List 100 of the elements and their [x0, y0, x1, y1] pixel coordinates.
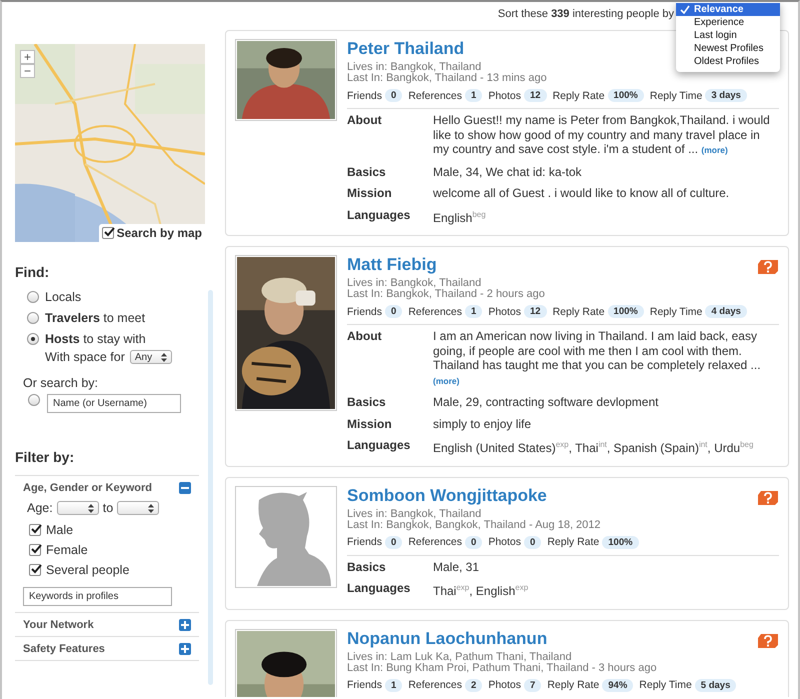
plus-icon [181, 645, 189, 653]
checkbox-label[interactable]: Male [46, 523, 74, 537]
count-badge: 0 [385, 536, 402, 548]
last-in-label: Last In: [347, 662, 384, 674]
detail-text: Male, 31 [433, 560, 480, 574]
lives-in-value: Lam Luk Ka, Pathum Thani, Thailand [390, 652, 572, 662]
detail-label: Basics [347, 395, 387, 410]
plus-icon [181, 621, 189, 629]
count-badge: 0 [385, 89, 402, 102]
age-select[interactable] [56, 501, 99, 515]
updown-arrows-icon [148, 504, 154, 512]
count-badge: 2 [465, 678, 482, 692]
radio-button[interactable] [27, 312, 39, 324]
checkbox[interactable] [29, 564, 41, 576]
count-badge: 100% [608, 305, 644, 318]
detail-text: Hello Guest!! my name is Peter from Bangkok,Thailand. i would like to show how good of my country and many travel place in my country and save cost style. i'm a student of ... (more) [433, 113, 771, 158]
profile-name-link[interactable]: Peter Thailand [347, 39, 464, 59]
count-badge: 12 [524, 305, 547, 318]
detail-text: English (United States)$^{exp}$, Thai$^{int}$, Spanish (Spain)$^{int}$, Urdu$^{beg}$ [433, 439, 754, 456]
more-link[interactable]: (more) [433, 376, 460, 386]
space-label: With space for [45, 350, 125, 364]
stat-label: Friends [347, 306, 382, 318]
count-badge: 5 days [694, 678, 736, 692]
count-badge: 4 days [705, 305, 747, 318]
menu-item[interactable]: Newest Profiles [676, 42, 780, 55]
checkbox[interactable] [29, 524, 41, 536]
count-badge: 3 days [705, 89, 747, 102]
question-box-icon[interactable] [757, 490, 779, 506]
checkbox[interactable] [29, 544, 41, 556]
radio-button[interactable] [27, 333, 39, 345]
space-select[interactable]: Any [130, 350, 172, 364]
detail-label: Languages [347, 208, 412, 224]
lives-in-label: Lives in: [347, 278, 388, 289]
section-title[interactable]: Safety Features [23, 643, 105, 655]
radio-button[interactable] [27, 291, 39, 303]
stat-label: Reply Time [650, 306, 702, 318]
sort-label: Sort these 339 interesting people by [498, 8, 674, 20]
filter-heading: Filter by: [15, 449, 76, 465]
radio-label[interactable]: Locals [45, 290, 82, 304]
find-heading: Find: [15, 264, 50, 280]
detail-text: Male, 29, contracting software devlopment [433, 395, 660, 410]
stat-label: References [408, 90, 462, 102]
lives-in-label: Lives in: [347, 652, 388, 662]
section-title[interactable]: Age, Gender or Keyword [23, 482, 152, 494]
detail-text: simply to enjoy life [433, 416, 532, 431]
stat-label: Reply Rate [552, 90, 605, 102]
last-in-value: Bangkok, Thailand - 13 mins ago [386, 73, 547, 84]
section-title[interactable]: Your Network [23, 619, 94, 631]
last-in-label: Last In: [347, 73, 384, 84]
radio-label[interactable]: Travelers to meet [45, 311, 146, 325]
keywords-field[interactable]: Keywords in profiles [23, 587, 172, 606]
detail-text: Male, 34, We chat id: ka-tok [433, 164, 583, 179]
age-label: Age: [27, 501, 53, 515]
stat-label: Reply Time [639, 679, 692, 691]
last-in-value: Bangkok, Bangkok, Thailand - Aug 18, 2012 [386, 520, 601, 530]
zoom-out-button[interactable]: − [20, 64, 35, 78]
count-badge: 0 [385, 305, 402, 318]
question-box-icon[interactable] [757, 259, 779, 275]
profile-name-link[interactable]: Somboon Wongjittapoke [347, 486, 547, 506]
age-select[interactable] [117, 501, 160, 515]
detail-label: Languages [347, 581, 412, 597]
lives-in-label: Lives in: [347, 508, 388, 520]
detail-label: About [347, 113, 383, 129]
name-field[interactable]: Name (or Username) [47, 394, 181, 413]
radio-label[interactable]: Hosts to stay with [45, 332, 146, 346]
detail-text: welcome all of Guest . i would like to know all of culture. [433, 186, 730, 200]
more-link[interactable]: (more) [701, 145, 728, 155]
stat-label: Photos [488, 536, 522, 548]
detail-text: Thai$^{exp}$, English$^{exp}$ [433, 582, 530, 598]
expand-toggle[interactable] [179, 619, 191, 631]
detail-label: Mission [347, 186, 393, 200]
menu-item[interactable]: Last login [676, 29, 780, 42]
count-badge: 100% [602, 536, 639, 548]
count-badge: 1 [385, 678, 402, 692]
detail-label: About [347, 329, 383, 345]
stat-label: Reply Rate [547, 679, 600, 691]
checkbox-label[interactable]: Female [46, 543, 88, 557]
count-badge: 1 [465, 89, 482, 102]
profile-name-link[interactable]: Matt Fiebig [347, 255, 437, 275]
expand-toggle[interactable] [179, 482, 191, 494]
radio-button[interactable] [28, 394, 40, 406]
expand-toggle[interactable] [179, 643, 191, 655]
profile-name-link[interactable]: Nopanun Laochunhanun [347, 628, 548, 648]
count-badge: 0 [465, 536, 482, 548]
checkbox-label[interactable]: Several people [46, 563, 130, 577]
zoom-in-button[interactable]: + [20, 50, 35, 64]
updown-arrows-icon [88, 504, 94, 512]
updown-arrows-icon [160, 352, 167, 362]
checkbox[interactable] [102, 227, 114, 239]
stat-label: References [408, 679, 462, 691]
menu-item[interactable]: Experience [676, 16, 780, 29]
menu-item[interactable]: Relevance [676, 3, 780, 16]
question-box-icon[interactable] [757, 632, 779, 648]
last-in-value: Bangkok, Thailand - 2 hours ago [386, 289, 545, 300]
stat-label: Friends [347, 90, 382, 102]
stat-label: Reply Rate [547, 536, 600, 548]
detail-label: Basics [347, 560, 387, 574]
detail-text: I am an American now living in Thailand. I am laid back, easy going, if people are cool with me then I am cool with them. Thailand has taught me that you can be completely relaxed ... (more) [433, 329, 762, 388]
or-search-label: Or search by: [23, 376, 100, 390]
menu-item[interactable]: Oldest Profiles [676, 55, 780, 68]
